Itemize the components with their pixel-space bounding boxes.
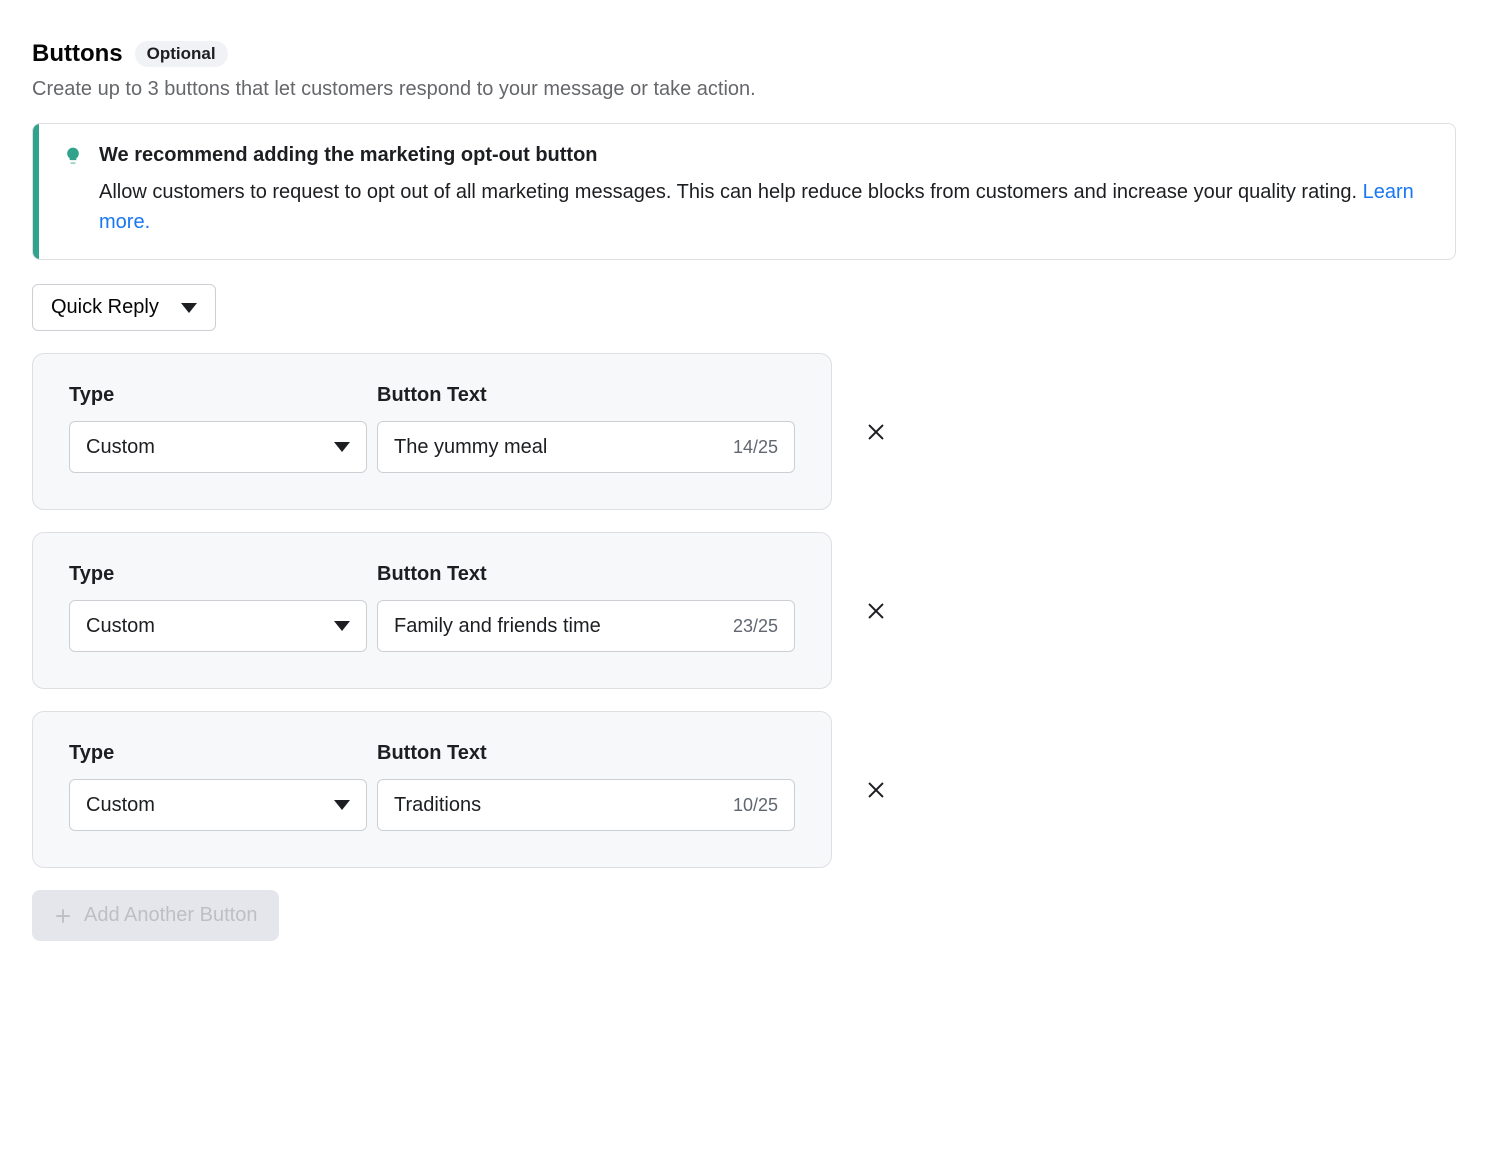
- remove-button[interactable]: [860, 595, 892, 627]
- type-value: Custom: [86, 794, 155, 817]
- caret-down-icon: [181, 303, 197, 313]
- caret-down-icon: [334, 442, 350, 452]
- reply-type-value: Quick Reply: [51, 296, 159, 319]
- button-text-input[interactable]: [394, 794, 723, 817]
- type-label: Type: [69, 563, 367, 586]
- close-icon: [865, 600, 887, 622]
- remove-button[interactable]: [860, 774, 892, 806]
- button-text-input[interactable]: [394, 615, 723, 638]
- lightbulb-icon: [63, 146, 83, 166]
- tip-title: We recommend adding the marketing opt-ou…: [99, 144, 1431, 167]
- button-text-label: Button Text: [377, 563, 795, 586]
- button-text-field[interactable]: 10/25: [377, 779, 795, 831]
- close-icon: [865, 421, 887, 443]
- type-label: Type: [69, 742, 367, 765]
- char-counter: 10/25: [733, 795, 778, 816]
- button-rows-container: Type Custom Button Text 14/25: [32, 353, 1456, 868]
- type-select[interactable]: Custom: [69, 779, 367, 831]
- char-counter: 14/25: [733, 437, 778, 458]
- type-label: Type: [69, 384, 367, 407]
- tip-text: Allow customers to request to opt out of…: [99, 181, 1357, 203]
- plus-icon: [54, 907, 72, 925]
- section-title: Buttons: [32, 40, 123, 68]
- close-icon: [865, 779, 887, 801]
- button-card: Type Custom Button Text 14/25: [32, 353, 832, 510]
- type-value: Custom: [86, 436, 155, 459]
- button-text-field[interactable]: 23/25: [377, 600, 795, 652]
- button-card: Type Custom Button Text 23/25: [32, 532, 832, 689]
- reply-type-dropdown[interactable]: Quick Reply: [32, 284, 216, 331]
- optional-badge: Optional: [135, 41, 228, 67]
- button-row: Type Custom Button Text 14/25: [32, 353, 1456, 510]
- button-text-field[interactable]: 14/25: [377, 421, 795, 473]
- section-header: Buttons Optional: [32, 40, 1456, 68]
- caret-down-icon: [334, 621, 350, 631]
- button-text-label: Button Text: [377, 384, 795, 407]
- type-select[interactable]: Custom: [69, 421, 367, 473]
- add-another-label: Add Another Button: [84, 904, 257, 927]
- type-select[interactable]: Custom: [69, 600, 367, 652]
- button-text-input[interactable]: [394, 436, 723, 459]
- remove-button[interactable]: [860, 416, 892, 448]
- add-another-button[interactable]: Add Another Button: [32, 890, 279, 941]
- recommendation-tip: We recommend adding the marketing opt-ou…: [32, 123, 1456, 260]
- button-card: Type Custom Button Text 10/25: [32, 711, 832, 868]
- char-counter: 23/25: [733, 616, 778, 637]
- button-row: Type Custom Button Text 23/25: [32, 532, 1456, 689]
- section-description: Create up to 3 buttons that let customer…: [32, 78, 1456, 101]
- type-value: Custom: [86, 615, 155, 638]
- button-text-label: Button Text: [377, 742, 795, 765]
- caret-down-icon: [334, 800, 350, 810]
- button-row: Type Custom Button Text 10/25: [32, 711, 1456, 868]
- tip-description: Allow customers to request to opt out of…: [99, 177, 1431, 237]
